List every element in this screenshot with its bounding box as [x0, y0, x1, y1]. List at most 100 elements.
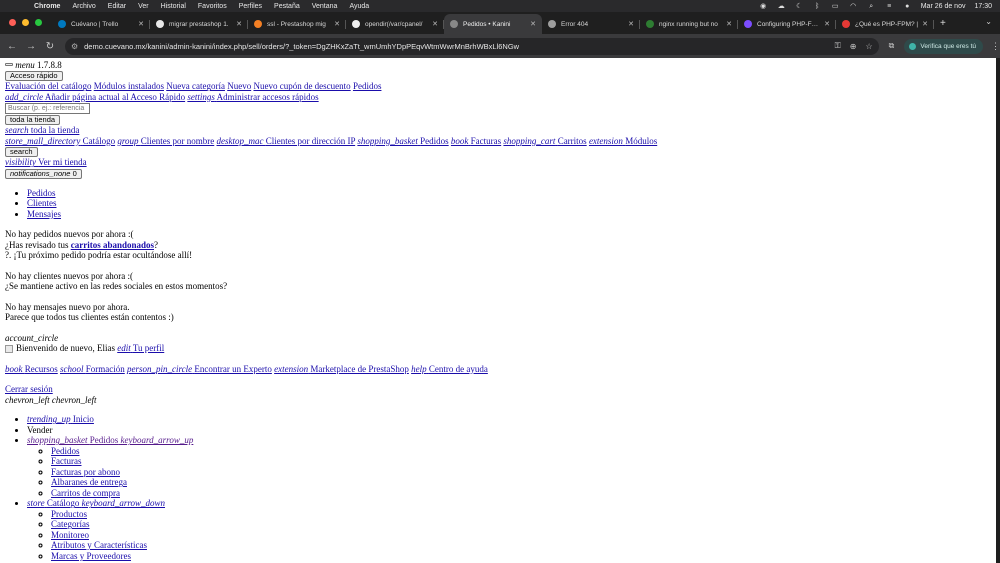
browser-tab[interactable]: Cuévano | Trello ✕: [52, 14, 150, 34]
tab-close-icon[interactable]: ✕: [432, 20, 438, 28]
menu-ventana[interactable]: Ventana: [312, 3, 338, 10]
find-expert-link[interactable]: person_pin_circle Encontrar un Experto: [127, 364, 272, 374]
nav-catalog-attributes[interactable]: Atributos y Características: [51, 540, 147, 550]
training-link[interactable]: school Formación: [60, 364, 125, 374]
nav-orders-credit-slips[interactable]: Facturas por abono: [51, 467, 120, 477]
quick-link-new-voucher[interactable]: Nuevo cupón de descuento: [253, 81, 350, 91]
quick-link-new[interactable]: Nuevo: [227, 81, 251, 91]
notifications-button[interactable]: notifications_none 0: [5, 168, 82, 179]
menu-ver[interactable]: Ver: [138, 3, 149, 10]
nav-catalog[interactable]: store Catálogo keyboard_arrow_down: [27, 498, 165, 508]
add-quick-access-link[interactable]: add_circle Añadir página actual al Acces…: [5, 92, 185, 102]
abandoned-carts-link[interactable]: carritos abandonados: [71, 240, 154, 250]
browser-tab[interactable]: ssl - Prestashop mig ✕: [248, 14, 346, 34]
nav-catalog-products[interactable]: Productos: [51, 509, 87, 519]
quick-access-button[interactable]: Acceso rápido: [5, 71, 63, 82]
scope-customers-name[interactable]: group Clientes por nombre: [117, 136, 214, 146]
tab-close-icon[interactable]: ✕: [530, 20, 536, 28]
logout-link[interactable]: Cerrar sesión: [5, 384, 53, 394]
browser-tab[interactable]: opendir(/var/cpanel/ ✕: [346, 14, 444, 34]
nav-home[interactable]: trending_up Inicio: [27, 414, 94, 424]
maximize-window-button[interactable]: [35, 19, 42, 26]
chevron-left-icon[interactable]: chevron_left chevron_left: [5, 395, 97, 405]
wifi-icon[interactable]: ◠: [849, 3, 858, 10]
verify-identity-chip[interactable]: Verifica que eres tú: [904, 38, 984, 54]
control-center-icon[interactable]: ≡: [885, 3, 894, 10]
siri-icon[interactable]: ●: [903, 3, 912, 10]
tab-close-icon[interactable]: ✕: [628, 20, 634, 28]
nav-catalog-brands[interactable]: Marcas y Proveedores: [51, 551, 131, 561]
nav-orders[interactable]: shopping_basket Pedidos keyboard_arrow_u…: [27, 435, 193, 445]
browser-tab[interactable]: migrar prestashop 1. ✕: [150, 14, 248, 34]
nav-catalog-monitoring[interactable]: Monitoreo: [51, 530, 89, 540]
scope-invoices[interactable]: book Facturas: [451, 136, 501, 146]
view-store-link[interactable]: visibility Ver mi tienda: [5, 157, 87, 167]
notif-tab-customers[interactable]: Clientes: [27, 198, 57, 208]
tab-close-icon[interactable]: ✕: [726, 20, 732, 28]
minimize-window-button[interactable]: [22, 19, 29, 26]
close-window-button[interactable]: [9, 19, 16, 26]
nav-catalog-categories[interactable]: Categorías: [51, 519, 90, 529]
quick-link-catalog-evaluation[interactable]: Evaluación del catálogo: [5, 81, 91, 91]
tab-close-icon[interactable]: ✕: [334, 20, 340, 28]
extensions-puzzle-icon[interactable]: ⧉: [889, 41, 895, 51]
notif-tab-messages[interactable]: Mensajes: [27, 209, 61, 219]
site-info-icon[interactable]: ⚙: [71, 42, 78, 51]
menu-toggle-button[interactable]: [5, 63, 13, 66]
bookmark-star-icon[interactable]: ☆: [865, 42, 872, 51]
battery-icon[interactable]: ▭: [831, 3, 840, 10]
zoom-icon[interactable]: ⊕: [850, 42, 857, 51]
forward-button[interactable]: →: [24, 41, 38, 52]
reload-button[interactable]: ↻: [43, 41, 57, 52]
menu-editar[interactable]: Editar: [108, 3, 126, 10]
password-key-icon[interactable]: ⚿: [835, 41, 841, 51]
profile-link[interactable]: edit Tu perfil: [117, 343, 164, 353]
scope-modules[interactable]: extension Módulos: [589, 136, 657, 146]
quick-link-orders[interactable]: Pedidos: [353, 81, 382, 91]
browser-tab[interactable]: ¿Qué es PHP-FPM? | ✕: [836, 14, 934, 34]
scope-carts[interactable]: shopping_cart Carritos: [503, 136, 586, 146]
help-center-link[interactable]: help Centro de ayuda: [411, 364, 488, 374]
browser-tab[interactable]: Error 404 ✕: [542, 14, 640, 34]
address-bar[interactable]: ⚙ demo.cuevano.mx/kanini/admin-kanini/in…: [64, 37, 879, 55]
menu-perfiles[interactable]: Perfiles: [239, 3, 262, 10]
menu-ayuda[interactable]: Ayuda: [349, 3, 369, 10]
menu-pestana[interactable]: Pestaña: [274, 3, 300, 10]
tab-close-icon[interactable]: ✕: [824, 20, 830, 28]
back-button[interactable]: ←: [5, 41, 19, 52]
tab-close-icon[interactable]: ✕: [138, 20, 144, 28]
bluetooth-icon[interactable]: ᛒ: [813, 3, 822, 10]
tab-close-icon[interactable]: ✕: [236, 20, 242, 28]
nav-orders-invoices[interactable]: Facturas: [51, 456, 82, 466]
nav-orders-carts[interactable]: Carritos de compra: [51, 488, 120, 498]
marketplace-link[interactable]: extension Marketplace de PrestaShop: [274, 364, 409, 374]
browser-tab[interactable]: nginx running but no ✕: [640, 14, 738, 34]
tab-search-chevron-icon[interactable]: ⌄: [985, 17, 992, 26]
notif-tab-orders[interactable]: Pedidos: [27, 188, 56, 198]
browser-tab[interactable]: Configuring PHP-FPM ✕: [738, 14, 836, 34]
quick-link-installed-modules[interactable]: Módulos instalados: [94, 81, 164, 91]
search-input[interactable]: Buscar (p. ej.: referencia: [5, 103, 90, 115]
url-text[interactable]: demo.cuevano.mx/kanini/admin-kanini/inde…: [84, 42, 826, 51]
scope-whole-store[interactable]: search toda la tienda: [5, 125, 79, 135]
menu-favoritos[interactable]: Favoritos: [198, 3, 227, 10]
nav-orders-orders[interactable]: Pedidos: [51, 446, 80, 456]
search-submit-button[interactable]: search: [5, 147, 38, 158]
app-menu-chrome[interactable]: Chrome: [34, 3, 60, 10]
cloud-icon[interactable]: ☁: [777, 3, 786, 10]
tab-close-icon[interactable]: ✕: [922, 20, 928, 28]
menu-historial[interactable]: Historial: [161, 3, 186, 10]
quick-link-new-category[interactable]: Nueva categoría: [166, 81, 225, 91]
browser-tab[interactable]: Pedidos • Kanini ✕: [444, 14, 542, 34]
scope-orders[interactable]: shopping_basket Pedidos: [357, 136, 448, 146]
chrome-menu-icon[interactable]: ⋮: [991, 41, 1000, 52]
scope-customers-ip[interactable]: desktop_mac Clientes por dirección IP: [217, 136, 356, 146]
scope-catalog[interactable]: store_mall_directory Catálogo: [5, 136, 115, 146]
spotlight-search-icon[interactable]: ⌕: [867, 3, 876, 10]
menu-archivo[interactable]: Archivo: [72, 3, 95, 10]
new-tab-button[interactable]: +: [934, 18, 954, 34]
search-scope-button[interactable]: toda la tienda: [5, 115, 61, 126]
resources-link[interactable]: book Recursos: [5, 364, 58, 374]
manage-quick-access-link[interactable]: settings Administrar accesos rápidos: [187, 92, 318, 102]
nav-orders-delivery-slips[interactable]: Albaranes de entrega: [51, 477, 127, 487]
